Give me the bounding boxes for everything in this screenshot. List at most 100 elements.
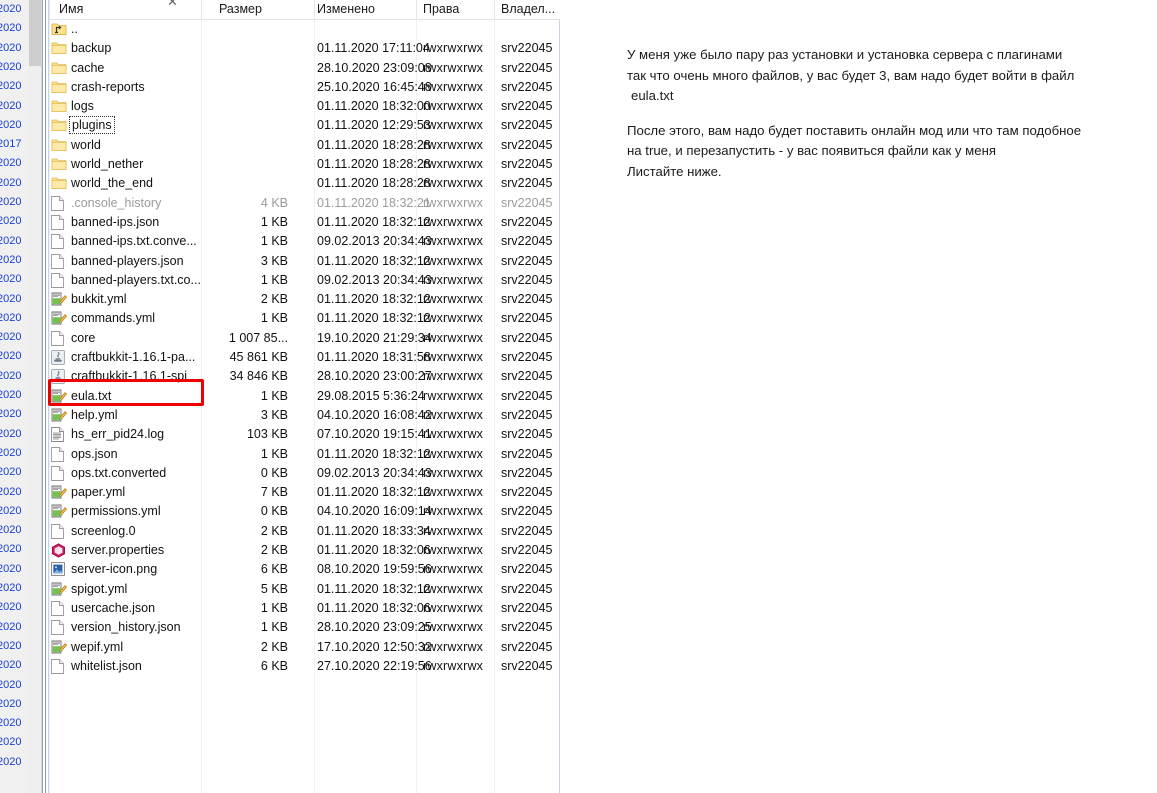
clipped-date-fragment: .2020 — [0, 253, 22, 266]
folder-icon — [51, 118, 67, 133]
column-header-size[interactable]: Размер — [219, 2, 262, 16]
file-name-cell[interactable]: screenlog.0 — [71, 524, 136, 538]
file-name-cell[interactable]: .. — [71, 22, 78, 36]
table-row[interactable]: version_history.json 1 KB 28.10.2020 23:09… — [49, 618, 560, 637]
file-name-cell[interactable]: world — [71, 138, 101, 152]
table-row[interactable]: banned-ips.txt.conve... 1 KB 09.02.2013 20… — [49, 232, 560, 251]
file-rights-cell: rwxrwxrwx — [423, 485, 484, 500]
file-name-cell[interactable]: logs — [71, 99, 94, 113]
table-row[interactable]: plugins 01.11.2020 12:29:53 rwxrwxrwx srv22… — [49, 116, 560, 135]
table-row[interactable]: server-icon.png 6 KB 08.10.2020 19:59:56 rw… — [49, 560, 560, 579]
table-row[interactable]: help.yml 3 KB 04.10.2020 16:08:42 rwxrwxrwx… — [49, 406, 560, 425]
table-row[interactable]: wepif.yml 2 KB 17.10.2020 12:50:32 rwxrwxrw… — [49, 638, 560, 657]
table-row[interactable]: banned-players.txt.co... 1 KB 09.02.2013 2… — [49, 271, 560, 290]
table-row[interactable]: screenlog.0 2 KB 01.11.2020 18:33:34 rwxrwx… — [49, 522, 560, 541]
file-modified-cell: 01.11.2020 18:32:21 — [317, 195, 431, 210]
table-row[interactable]: craftbukkit-1.16.1-spi 34 846 KB 28.10.202… — [49, 367, 560, 386]
file-name-cell[interactable]: bukkit.yml — [71, 292, 127, 306]
column-header-name[interactable]: Имя — [59, 2, 83, 16]
table-row[interactable]: .console_history 4 KB 01.11.2020 18:32:21 r… — [49, 194, 560, 213]
table-row[interactable]: usercache.json 1 KB 01.11.2020 18:32:06 rwx… — [49, 599, 560, 618]
clipped-date-fragment: .2020 — [0, 331, 22, 344]
file-name-cell[interactable]: wepif.yml — [71, 640, 123, 654]
table-row[interactable]: backup 01.11.2020 17:11:04 rwxrwxrwx srv220… — [49, 39, 560, 58]
table-row[interactable]: eula.txt 1 KB 29.08.2015 5:36:24 rwxrwxrwx s… — [49, 387, 560, 406]
file-name-cell[interactable]: plugins — [69, 116, 115, 135]
file-modified-cell: 01.11.2020 18:32:12 — [317, 485, 431, 500]
pane-divider-1 — [42, 0, 43, 793]
close-x-icon[interactable]: ✕ — [167, 0, 178, 10]
folder-icon — [51, 80, 67, 95]
clipped-date-fragment: .2020 — [0, 524, 22, 537]
file-name-cell[interactable]: ops.json — [71, 447, 118, 461]
file-name-cell[interactable]: eula.txt — [71, 389, 111, 403]
table-row[interactable]: ops.json 1 KB 01.11.2020 18:32:12 rwxrwxrwx… — [49, 445, 560, 464]
file-owner-cell: srv22045 — [501, 446, 553, 461]
file-owner-cell: srv22045 — [501, 41, 553, 56]
clipped-date-fragment: .2020 — [0, 466, 22, 479]
column-header-modified[interactable]: Изменено — [317, 2, 375, 16]
table-row[interactable]: hs_err_pid24.log 103 KB 07.10.2020 19:15:4… — [49, 425, 560, 444]
column-header-row: ✕ Имя Размер Изменено Права Владел... — [49, 0, 560, 20]
table-row[interactable]: .. — [49, 20, 560, 39]
table-row[interactable]: banned-players.json 3 KB 01.11.2020 18:32:… — [49, 252, 560, 271]
column-header-owner[interactable]: Владел... — [501, 2, 555, 16]
file-name-cell[interactable]: backup — [71, 41, 111, 55]
table-row[interactable]: paper.yml 7 KB 01.11.2020 18:32:12 rwxrwxrw… — [49, 483, 560, 502]
file-size-cell: 6 KB — [260, 658, 288, 673]
file-modified-cell: 09.02.2013 20:34:43 — [317, 234, 432, 249]
file-name-cell[interactable]: cache — [71, 61, 104, 75]
file-name-cell[interactable]: world_the_end — [71, 176, 153, 190]
file-name-cell[interactable]: banned-ips.json — [71, 215, 159, 229]
file-name-cell[interactable]: commands.yml — [71, 311, 155, 325]
clipped-date-fragment: .2020 — [0, 292, 22, 305]
file-modified-cell: 01.11.2020 18:32:12 — [317, 214, 431, 229]
file-rights-cell: rwxrwxrwx — [423, 234, 484, 249]
table-row[interactable]: world_nether 01.11.2020 18:28:28 rwxrwxrwx… — [49, 155, 560, 174]
file-rights-cell: rwxrwxrwx — [423, 195, 484, 210]
file-name-cell[interactable]: spigot.yml — [71, 582, 127, 596]
file-name-cell[interactable]: server-icon.png — [71, 562, 157, 576]
table-row[interactable]: cache 28.10.2020 23:09:08 rwxrwxrwx srv2204… — [49, 59, 560, 78]
file-name-cell[interactable]: .console_history — [71, 196, 161, 210]
file-name-cell[interactable]: usercache.json — [71, 601, 155, 615]
file-blank-icon — [51, 465, 67, 481]
table-row[interactable]: core 1 007 85... 19.10.2020 21:29:34 rwxrwx… — [49, 329, 560, 348]
table-row[interactable]: banned-ips.json 1 KB 01.11.2020 18:32:12 rw… — [49, 213, 560, 232]
vertical-scrollbar-thumb[interactable] — [29, 0, 41, 66]
table-row[interactable]: permissions.yml 0 KB 04.10.2020 16:09:14 rw… — [49, 502, 560, 521]
file-rights-cell: rwxrwxrwx — [423, 157, 484, 172]
table-row[interactable]: commands.yml 1 KB 01.11.2020 18:32:12 rwxrw… — [49, 309, 560, 328]
table-row[interactable]: ops.txt.converted 0 KB 09.02.2013 20:34:43… — [49, 464, 560, 483]
file-owner-cell: srv22045 — [501, 485, 553, 500]
file-modified-cell: 28.10.2020 23:09:25 — [317, 620, 432, 635]
file-rights-cell: rwxrwxrwx — [423, 369, 484, 384]
table-row[interactable]: server.properties 2 KB 01.11.2020 18:32:06… — [49, 541, 560, 560]
table-row[interactable]: spigot.yml 5 KB 01.11.2020 18:32:12 rwxrwxr… — [49, 580, 560, 599]
file-name-cell[interactable]: whitelist.json — [71, 659, 142, 673]
column-header-rights[interactable]: Права — [423, 2, 459, 16]
clipped-date-fragment: .2020 — [0, 659, 22, 672]
clipped-date-fragment: .2020 — [0, 41, 22, 54]
file-rights-cell: rwxrwxrwx — [423, 41, 484, 56]
table-row[interactable]: crash-reports 25.10.2020 16:45:48 rwxrwxrw… — [49, 78, 560, 97]
table-row[interactable]: craftbukkit-1.16.1-pa... 45 861 KB 01.11.2… — [49, 348, 560, 367]
table-row[interactable]: whitelist.json 6 KB 27.10.2020 22:19:56 rwx… — [49, 657, 560, 676]
table-row[interactable]: world_the_end 01.11.2020 18:28:28 rwxrwxrw… — [49, 174, 560, 193]
vertical-scrollbar-track[interactable] — [28, 0, 42, 793]
file-modified-cell: 09.02.2013 20:34:43 — [317, 272, 432, 287]
table-row[interactable]: world 01.11.2020 18:28:28 rwxrwxrwx srv2204… — [49, 136, 560, 155]
file-rights-cell: rwxrwxrwx — [423, 79, 484, 94]
file-name-cell[interactable]: help.yml — [71, 408, 118, 422]
clipped-left-pane: .2020 .2020 .2020 .2020 .2020 .2020 .2020 .2017… — [0, 0, 28, 793]
file-name-cell[interactable]: core — [71, 331, 95, 345]
file-name-cell[interactable]: world_nether — [71, 157, 143, 171]
notepad-icon — [51, 292, 67, 307]
file-name-cell[interactable]: crash-reports — [71, 80, 145, 94]
file-name-cell[interactable]: permissions.yml — [71, 504, 161, 518]
file-name-cell[interactable]: paper.yml — [71, 485, 125, 499]
file-rights-cell: rwxrwxrwx — [423, 272, 484, 287]
table-row[interactable]: logs 01.11.2020 18:32:00 rwxrwxrwx srv22045 — [49, 97, 560, 116]
table-row[interactable]: bukkit.yml 2 KB 01.11.2020 18:32:12 rwxrwxr… — [49, 290, 560, 309]
file-owner-cell: srv22045 — [501, 388, 553, 403]
